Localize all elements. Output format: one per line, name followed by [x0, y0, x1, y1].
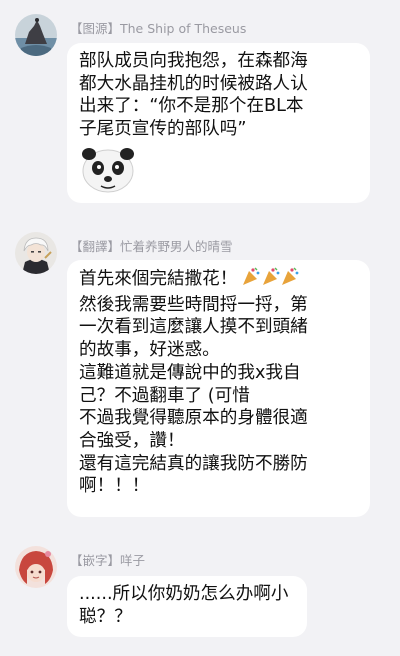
message-line: 都大水晶挂机的时候被路人认 — [79, 73, 308, 94]
party-popper-icon — [237, 267, 299, 294]
sender-name: 【图源】The Ship of Theseus — [70, 21, 247, 36]
message-line: 啊！！！ — [79, 476, 150, 497]
message-line: 這難道就是傳說中的我x我自 — [79, 362, 301, 383]
sender-name: 【翻譯】忙着养野男人的晴雪 — [70, 239, 233, 254]
message-bubble[interactable]: 部队成员向我抱怨，在森都海 都大水晶挂机的时候被路人认 出来了：“你不是那个在B… — [67, 43, 370, 203]
message-bubble[interactable]: ......所以你奶奶怎么办啊小 聪？？ — [67, 576, 307, 637]
message-line: 首先來個完結撒花！ — [79, 267, 356, 294]
message-bubble[interactable]: 首先來個完結撒花！ 然後我需要些時間捋一捋，第 一次看到這麼讓人摸不到頭緒 的故… — [67, 260, 370, 517]
message-line: 一次看到這麼讓人摸不到頭緒 — [79, 317, 308, 338]
message-line: 子尾页宣传的部队吗” — [79, 119, 247, 140]
message-line: 己？不過翻車了 (可惜 — [79, 385, 250, 406]
message-line: 合強受，讚！ — [79, 430, 185, 451]
avatar[interactable] — [15, 546, 57, 588]
sender-name: 【嵌字】咩子 — [70, 553, 146, 568]
avatar[interactable] — [15, 14, 57, 56]
message-line: 不過我覺得聽原本的身體很適 — [79, 408, 308, 429]
message-line: 聪？？ — [79, 606, 132, 627]
message-line: 還有這完結真的讓我防不勝防 — [79, 453, 308, 474]
avatar[interactable] — [15, 232, 57, 274]
message-line-text: 首先來個完結撒花！ — [79, 269, 238, 289]
message-line: 出来了：“你不是那个在BL本 — [79, 96, 304, 117]
message-line: 的故事，好迷惑。 — [79, 340, 220, 361]
message-line: 然後我需要些時間捋一捋，第 — [79, 294, 308, 315]
panda-sticker-icon — [79, 144, 137, 194]
message-line: 部队成员向我抱怨，在森都海 — [79, 51, 308, 71]
message-line: ......所以你奶奶怎么办啊小 — [79, 584, 289, 604]
